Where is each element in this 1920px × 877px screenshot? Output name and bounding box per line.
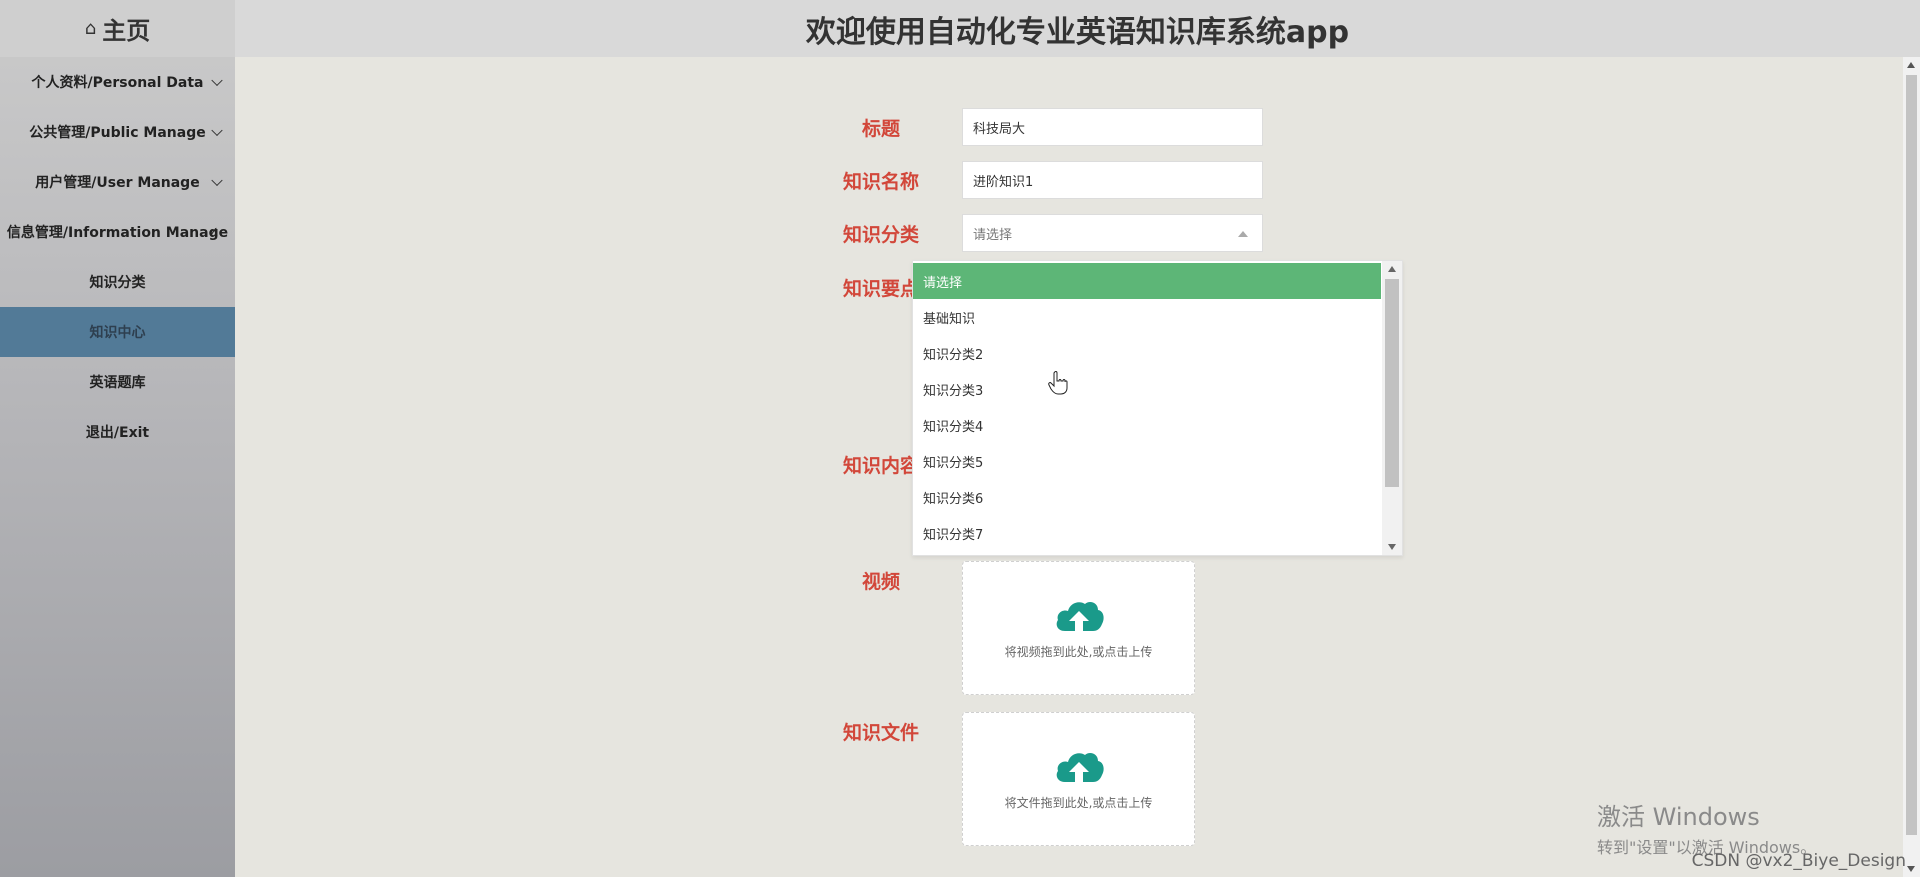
menu-label: 用户管理/User Manage: [35, 175, 200, 191]
menu-label: 信息管理/Information Manage: [6, 225, 229, 241]
menu-public-manage[interactable]: 公共管理/Public Manage: [0, 107, 235, 157]
dropdown-option[interactable]: 知识分类2: [913, 335, 1381, 371]
scrollbar-thumb[interactable]: [1385, 279, 1399, 487]
sidebar-item-knowledge-center[interactable]: 知识中心: [0, 307, 235, 357]
chevron-down-icon: [211, 174, 223, 187]
scroll-down-arrow-icon[interactable]: [1907, 866, 1915, 872]
dropdown-option[interactable]: 知识分类4: [913, 407, 1381, 443]
sidebar-item-knowledge-category[interactable]: 知识分类: [0, 257, 235, 307]
chevron-down-icon: [211, 124, 223, 137]
knowledge-category-select[interactable]: 请选择: [962, 214, 1263, 252]
video-upload-text: 将视频拖到此处,或点击上传: [1004, 644, 1153, 659]
scroll-up-arrow-icon[interactable]: [1907, 62, 1915, 68]
scrollbar-thumb[interactable]: [1906, 75, 1917, 835]
video-upload-area[interactable]: 将视频拖到此处,或点击上传: [962, 561, 1195, 695]
check-icon: ✓: [208, 224, 219, 240]
sidebar: ⌂ 主页 个人资料/Personal Data 公共管理/Public Mana…: [0, 0, 235, 877]
knowledge-name-input-value: 进阶知识1: [973, 174, 1034, 190]
caret-up-icon: [1238, 231, 1248, 237]
scroll-up-arrow-icon[interactable]: [1388, 266, 1396, 272]
cloud-upload-icon: [1056, 752, 1104, 782]
menu-label: 公共管理/Public Manage: [29, 125, 206, 141]
windows-activation-watermark: 激活 Windows 转到"设置"以激活 Windows。: [1597, 797, 1816, 858]
page-header: 欢迎使用自动化专业英语知识库系统app: [235, 0, 1920, 57]
sidebar-home[interactable]: ⌂ 主页: [0, 0, 235, 57]
file-upload-area[interactable]: 将文件拖到此处,或点击上传: [962, 712, 1195, 846]
dropdown-option[interactable]: 知识分类7: [913, 515, 1381, 551]
sidebar-item-label: 知识分类: [89, 275, 146, 291]
title-label: 标题: [861, 118, 900, 140]
video-label: 视频: [861, 571, 900, 593]
sidebar-item-english-question-bank[interactable]: 英语题库: [0, 357, 235, 407]
knowledge-name-label: 知识名称: [842, 171, 919, 193]
scroll-down-arrow-icon[interactable]: [1388, 544, 1396, 550]
hand-pointer-icon: [1048, 371, 1068, 395]
chevron-down-icon: [211, 74, 223, 87]
sidebar-item-label: 退出/Exit: [85, 425, 150, 441]
dropdown-option[interactable]: 基础知识: [913, 299, 1381, 335]
home-label: 主页: [102, 17, 151, 45]
cloud-upload-icon: [1056, 601, 1104, 631]
dropdown-option[interactable]: 知识分类5: [913, 443, 1381, 479]
select-placeholder: 请选择: [973, 227, 1013, 243]
knowledge-category-label: 知识分类: [842, 224, 919, 246]
file-upload-text: 将文件拖到此处,或点击上传: [1004, 795, 1153, 810]
dropdown-scrollbar[interactable]: [1382, 261, 1402, 555]
dropdown-option[interactable]: 请选择: [913, 263, 1381, 299]
dropdown-option[interactable]: 知识分类3: [913, 371, 1381, 407]
csdn-credit: CSDN @vx2_Biye_Design: [1691, 851, 1906, 871]
menu-label: 个人资料/Personal Data: [31, 75, 204, 91]
watermark-line1: 激活 Windows: [1597, 803, 1760, 831]
sidebar-item-label: 知识中心: [89, 325, 146, 341]
menu-information-manage[interactable]: 信息管理/Information Manage ✓: [0, 207, 235, 257]
title-input-value: 科技局大: [973, 121, 1026, 137]
sidebar-item-exit[interactable]: 退出/Exit: [0, 407, 235, 457]
category-dropdown-list[interactable]: 请选择 基础知识 知识分类2 知识分类3 知识分类4 知识分类5 知识分类6 知…: [912, 260, 1403, 556]
dropdown-option[interactable]: 知识分类6: [913, 479, 1381, 515]
menu-personal-data[interactable]: 个人资料/Personal Data: [0, 57, 235, 107]
title-input[interactable]: 科技局大: [962, 108, 1263, 146]
home-icon: ⌂: [84, 18, 97, 39]
sidebar-item-label: 英语题库: [89, 375, 146, 391]
knowledge-file-label: 知识文件: [842, 722, 919, 744]
knowledge-name-input[interactable]: 进阶知识1: [962, 161, 1263, 199]
page-scrollbar[interactable]: [1903, 57, 1920, 877]
menu-user-manage[interactable]: 用户管理/User Manage: [0, 157, 235, 207]
page-title: 欢迎使用自动化专业英语知识库系统app: [805, 14, 1350, 50]
